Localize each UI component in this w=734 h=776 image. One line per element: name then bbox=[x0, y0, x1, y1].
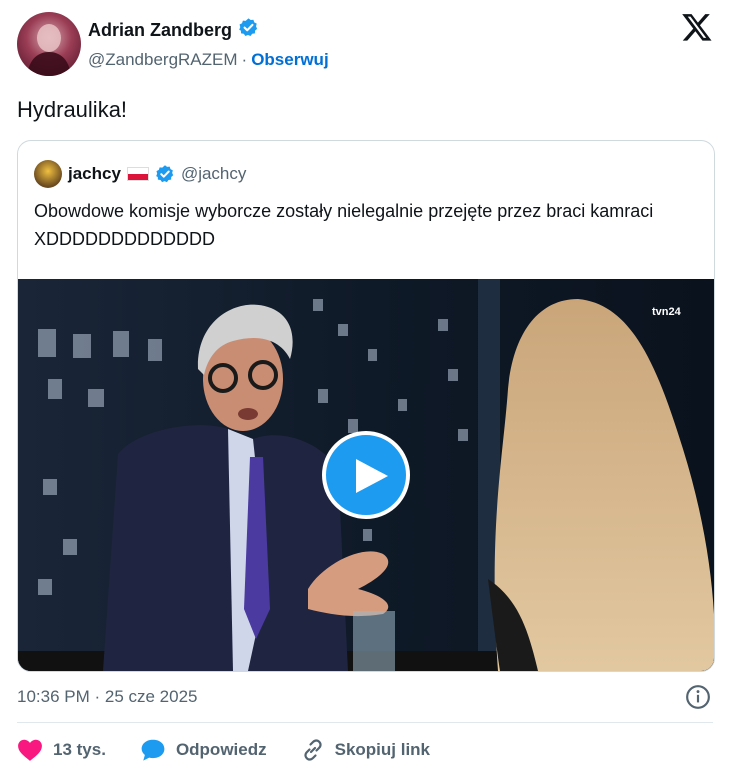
follow-button[interactable]: Obserwuj bbox=[251, 49, 328, 71]
handle-separator: · bbox=[241, 50, 248, 69]
heart-icon bbox=[18, 739, 42, 761]
quoted-avatar[interactable] bbox=[34, 160, 62, 188]
quoted-author-name[interactable]: jachcy bbox=[68, 164, 121, 184]
author-handle[interactable]: @ZandbergRAZEM bbox=[88, 49, 238, 71]
quoted-text: Obowdowe komisje wyborcze zostały nieleg… bbox=[34, 201, 654, 249]
copy-link-label: Skopiuj link bbox=[334, 740, 431, 759]
divider bbox=[17, 722, 713, 723]
reply-bubble-icon bbox=[141, 739, 165, 761]
video-thumbnail[interactable]: tvn24 bbox=[18, 279, 714, 671]
author-avatar[interactable] bbox=[17, 12, 81, 76]
author-name-row[interactable]: Adrian Zandberg bbox=[88, 17, 259, 43]
play-button[interactable] bbox=[322, 431, 410, 519]
verified-badge-icon bbox=[155, 164, 175, 185]
like-button[interactable]: 13 tys. bbox=[17, 738, 106, 762]
like-count: 13 tys. bbox=[53, 740, 106, 759]
channel-logo: tvn24 bbox=[652, 306, 682, 318]
copy-link-button[interactable]: Skopiuj link bbox=[301, 738, 430, 762]
verified-badge-icon bbox=[238, 17, 259, 43]
flag-poland-icon bbox=[126, 167, 149, 181]
reply-button[interactable]: Odpowiedz bbox=[140, 738, 267, 762]
quoted-tweet-card[interactable]: jachcy @jachcy Obowdowe komisje wyborcze… bbox=[17, 140, 715, 672]
x-logo-icon[interactable] bbox=[681, 11, 713, 43]
info-icon[interactable] bbox=[685, 684, 711, 710]
link-icon bbox=[303, 739, 322, 761]
play-icon bbox=[356, 459, 388, 493]
quoted-author-handle[interactable]: @jachcy bbox=[181, 164, 246, 184]
tweet-timestamp[interactable]: 10:36 PM · 25 cze 2025 bbox=[17, 686, 198, 708]
tweet-text: Hydraulika! bbox=[17, 97, 128, 122]
actions-bar: 13 tys. Odpowiedz Skopiuj link bbox=[17, 738, 464, 762]
quoted-header: jachcy @jachcy bbox=[34, 160, 246, 188]
author-handle-row: @ZandbergRAZEM · Obserwuj bbox=[88, 49, 329, 71]
reply-label: Odpowiedz bbox=[175, 740, 267, 759]
author-name[interactable]: Adrian Zandberg bbox=[88, 19, 232, 41]
